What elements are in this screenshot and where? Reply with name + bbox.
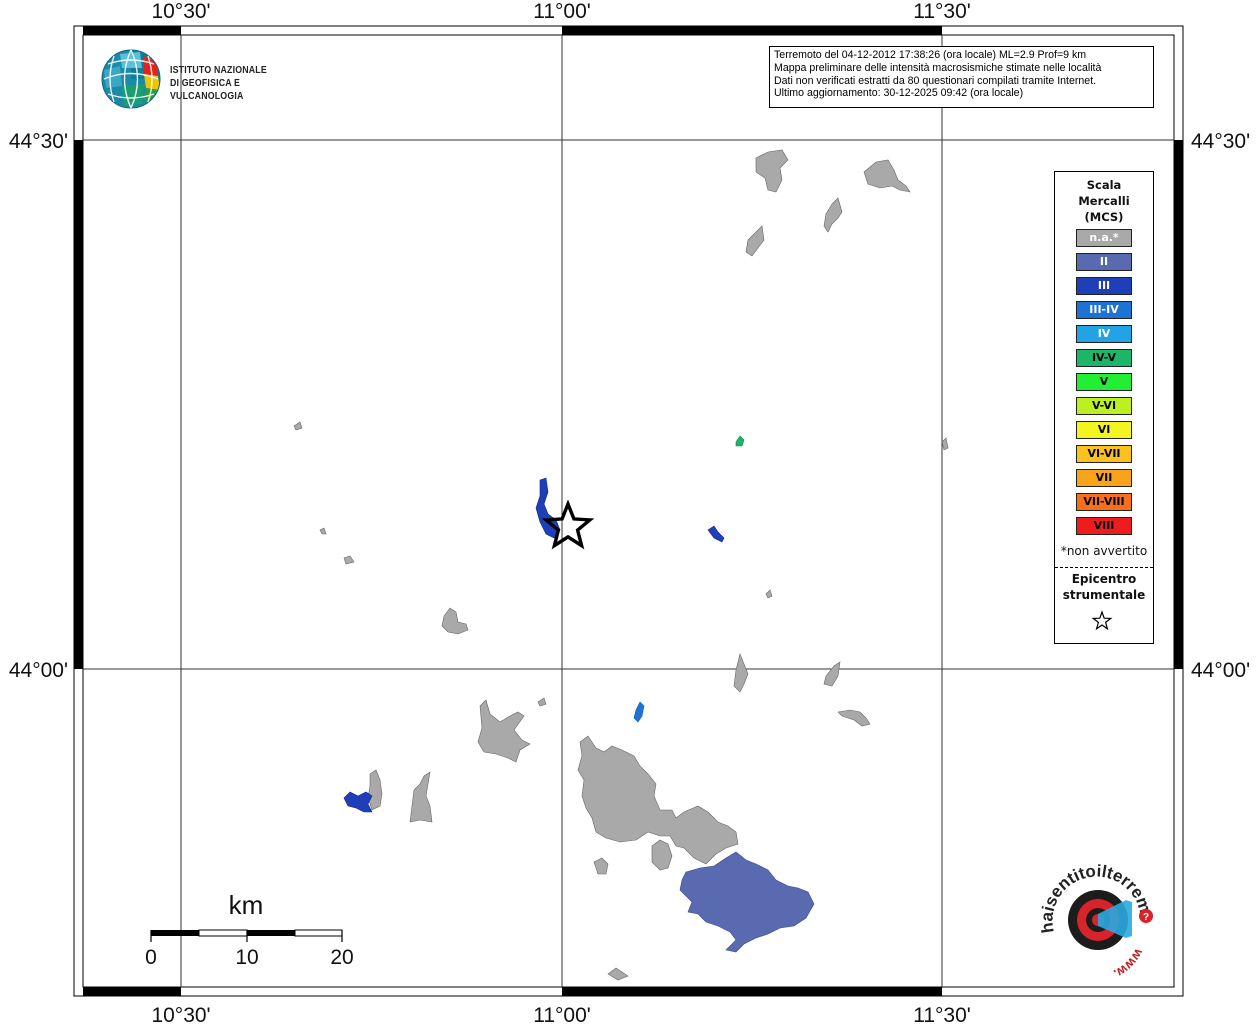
frame-bar-bottom-1 — [83, 987, 181, 996]
lon-label-top-2: 11°00' — [533, 0, 591, 23]
ingv-name-line2: DI GEOFISICA E VULCANOLOGIA — [170, 78, 244, 102]
legend-swatch: VII — [1076, 469, 1132, 487]
star-icon — [1091, 610, 1113, 631]
legend-swatch: V-VI — [1076, 397, 1132, 415]
scale-bar-unit: km — [229, 890, 264, 920]
lat-label-left-2: 44°00' — [9, 659, 68, 682]
legend-swatch: n.a.* — [1076, 229, 1132, 247]
legend-swatch: VI-VII — [1076, 445, 1132, 463]
legend-title-line2: Mercalli — [1078, 194, 1130, 208]
legend-swatch: VIII — [1076, 517, 1132, 535]
frame-bar-top-1 — [83, 26, 181, 35]
mcs-legend: Scala Mercalli (MCS) n.a.* II III III-IV IV I… — [1054, 171, 1154, 644]
legend-swatch: VI — [1076, 421, 1132, 439]
lon-label-bottom-2: 11°00' — [533, 1004, 591, 1024]
legend-epicenter-label: Epicentro strumentale — [1055, 571, 1153, 603]
ingv-name-line1: ISTITUTO NAZIONALE — [170, 65, 267, 76]
frame-bar-right — [1174, 140, 1183, 669]
lat-label-right-2: 44°00' — [1191, 659, 1250, 682]
globe-icon — [101, 49, 161, 109]
scale-bar-segment — [294, 929, 343, 937]
event-info-line2: Mappa preliminare delle intensità macros… — [774, 61, 1102, 74]
legend-swatch: II — [1076, 253, 1132, 271]
event-info-line3: Dati non verificati estratti da 80 quest… — [774, 74, 1097, 87]
question-mark: ? — [1143, 912, 1149, 923]
legend-epicenter-line2: strumentale — [1062, 588, 1146, 602]
lat-label-left-1: 44°30' — [9, 130, 68, 153]
legend-epicenter-line1: Epicentro — [1071, 572, 1137, 586]
legend-swatch: IV-V — [1076, 349, 1132, 367]
legend-swatch: VII-VIII — [1076, 493, 1132, 511]
legend-title-line3: (MCS) — [1084, 210, 1124, 224]
scale-bar-segment — [247, 930, 295, 936]
scale-bar-segment — [151, 930, 199, 936]
scale-bar-label-20: 20 — [330, 946, 353, 969]
event-info-box: Terremoto del 04-12-2012 17:38:26 (ora l… — [769, 46, 1154, 108]
legend-swatch: III — [1076, 277, 1132, 295]
legend-swatch: III-IV — [1076, 301, 1132, 319]
event-info-line1: Terremoto del 04-12-2012 17:38:26 (ora l… — [774, 49, 1087, 61]
frame-bar-bottom-2 — [562, 987, 942, 996]
lat-label-right-1: 44°30' — [1191, 130, 1250, 153]
scale-bar-segment — [198, 929, 248, 937]
scale-bar-label-0: 0 — [145, 946, 157, 969]
legend-swatch: IV — [1076, 325, 1132, 343]
legend-swatch: V — [1076, 373, 1132, 391]
haisentito-url: www. — [1111, 946, 1147, 982]
lon-label-bottom-1: 10°30' — [151, 1004, 210, 1024]
map-frame — [73, 25, 1184, 997]
legend-separator — [1055, 567, 1153, 568]
scale-bar-label-10: 10 — [235, 946, 258, 969]
ingv-name: ISTITUTO NAZIONALE DI GEOFISICA E VULCAN… — [170, 64, 311, 103]
haisentito-logo: haisentitoilterremoto.it www. ? — [1036, 862, 1155, 982]
event-info-line4: Ultimo aggiornamento: 30-12-2025 09:42 (… — [774, 87, 1024, 100]
lon-label-top-3: 11°30' — [913, 0, 971, 23]
frame-bar-left — [74, 140, 83, 669]
lon-label-bottom-3: 11°30' — [913, 1004, 971, 1024]
legend-title: Scala Mercalli (MCS) — [1055, 177, 1153, 225]
legend-note: *non avvertito — [1060, 544, 1148, 558]
lon-label-top-1: 10°30' — [151, 0, 210, 23]
ingv-logo: ISTITUTO NAZIONALE DI GEOFISICA E VULCAN… — [100, 48, 330, 110]
legend-title-line1: Scala — [1086, 178, 1122, 192]
frame-bar-top-2 — [562, 26, 942, 35]
